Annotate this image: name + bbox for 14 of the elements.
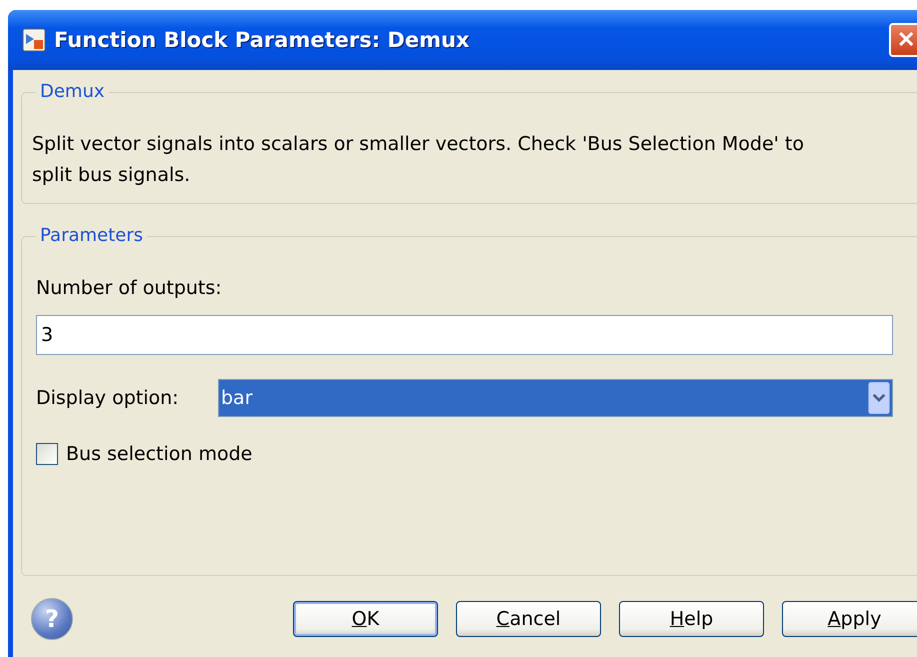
field-label: Number of outputs: [36,277,223,299]
checkbox[interactable] [36,443,58,465]
block-icon [22,28,46,52]
dialog-button[interactable]: Apply [782,601,917,637]
dropdown[interactable]: bar [218,379,893,417]
dialog-button[interactable]: Cancel [456,601,601,637]
checkbox-label: Bus selection mode [66,443,252,465]
description-text: Split vector signals into scalars or smaller vectors. Check 'Bus Selection Mode' to split bus signals. [32,132,806,188]
input-field[interactable]: 3 [36,315,893,355]
dialog-button[interactable]: OK [293,601,438,637]
dialog-button[interactable]: Help [619,601,764,637]
window-title: Function Block Parameters: Demux [54,28,470,52]
close-button[interactable]: ✕ [889,23,917,57]
field-label: Display option: [36,387,180,409]
